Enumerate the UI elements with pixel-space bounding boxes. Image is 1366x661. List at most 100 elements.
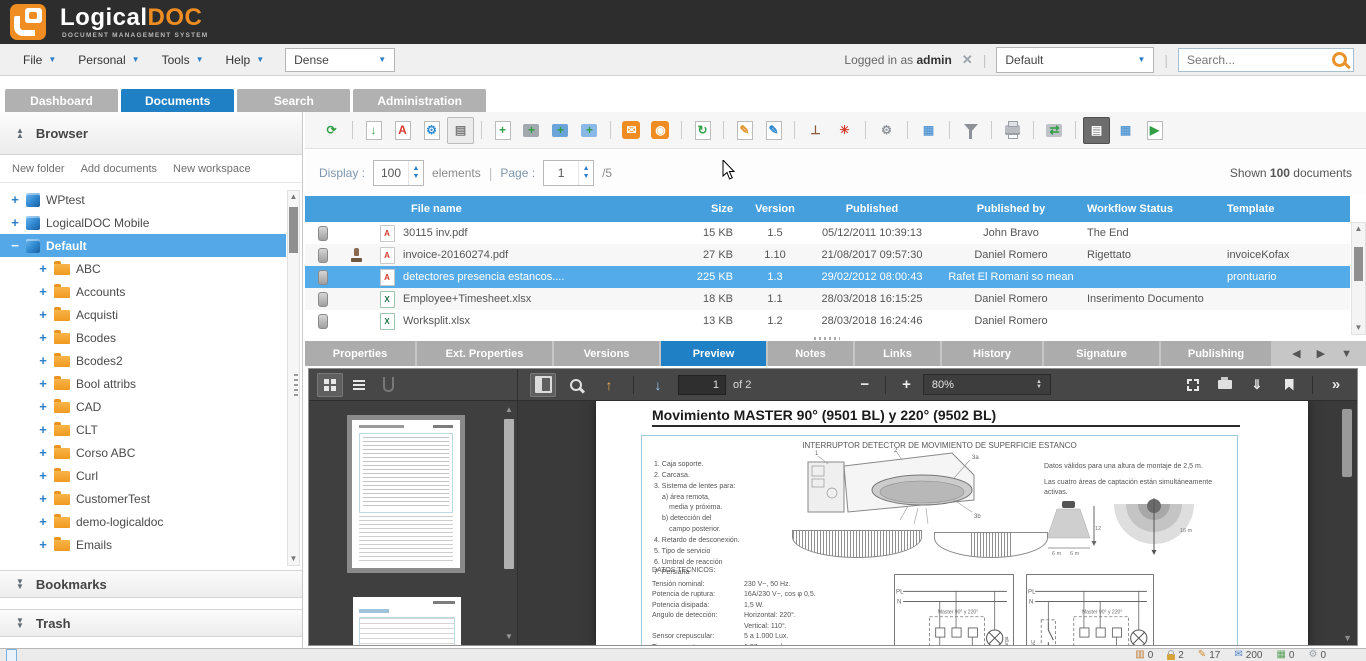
capture-email-icon[interactable]: ✉: [618, 117, 645, 144]
logout-icon[interactable]: ✕: [962, 52, 973, 68]
menu-personal[interactable]: Personal▼: [67, 53, 150, 67]
list-view-icon[interactable]: ▤: [1083, 117, 1110, 144]
detail-tab-links[interactable]: Links: [855, 341, 940, 366]
page-thumbnail-2[interactable]: [353, 597, 461, 645]
preview-viewport[interactable]: Movimiento MASTER 90° (9501 BL) y 220° (…: [518, 401, 1357, 645]
tree-node-accounts[interactable]: +Accounts: [0, 280, 286, 303]
column-header-file-name[interactable]: File name: [403, 203, 669, 215]
scroll-thumb[interactable]: [1354, 247, 1363, 281]
tab-documents[interactable]: Documents: [121, 89, 234, 112]
column-header-published[interactable]: Published: [803, 203, 941, 215]
detail-tab-signature[interactable]: Signature: [1044, 341, 1159, 366]
menu-help[interactable]: Help▼: [215, 53, 276, 67]
detail-tab-notes[interactable]: Notes: [768, 341, 853, 366]
spinner[interactable]: ▲▼: [578, 161, 593, 185]
print-icon[interactable]: [999, 117, 1026, 144]
column-header-workflow-status[interactable]: Workflow Status: [1081, 203, 1221, 215]
tab-dashboard[interactable]: Dashboard: [5, 89, 118, 112]
gallery-view-icon[interactable]: ▶: [1141, 117, 1168, 144]
scroll-down-icon[interactable]: ▼: [1352, 323, 1365, 333]
counter-clipboard[interactable]: ▥0: [1135, 650, 1153, 661]
add-subscription-icon[interactable]: +: [547, 117, 574, 144]
download-document-button[interactable]: ⇓: [1244, 373, 1270, 397]
print-document-button[interactable]: [1212, 373, 1238, 397]
preview-scroll-thumb[interactable]: [1342, 409, 1352, 477]
page-number-input[interactable]: 1 ▲▼: [543, 160, 594, 186]
sidebar-resize-grip[interactable]: [294, 374, 298, 396]
add-document-icon[interactable]: +: [489, 117, 516, 144]
previous-page-button[interactable]: ↑: [596, 373, 622, 397]
table-row[interactable]: A30115 inv.pdf15 KB1.505/12/2011 10:39:1…: [305, 222, 1350, 244]
tree-node-clt[interactable]: +CLT: [0, 418, 286, 441]
outline-view-button[interactable]: [346, 373, 372, 397]
detail-tab-properties[interactable]: Properties: [305, 341, 415, 366]
column-header-size[interactable]: Size: [669, 203, 747, 215]
scroll-thumb[interactable]: [289, 207, 298, 253]
menu-tools[interactable]: Tools▼: [151, 53, 215, 67]
detail-tab-publishing[interactable]: Publishing: [1161, 341, 1271, 366]
column-header-version[interactable]: Version: [747, 203, 803, 215]
expand-toggle[interactable]: +: [38, 468, 48, 483]
table-scrollbar[interactable]: ▲ ▼: [1351, 222, 1366, 335]
toggle-sidebar-button[interactable]: [530, 373, 556, 397]
filter-icon[interactable]: [957, 117, 984, 144]
table-row[interactable]: Adetectores presencia estancos....225 KB…: [305, 266, 1350, 288]
search-document-button[interactable]: [563, 373, 589, 397]
expand-toggle[interactable]: +: [38, 399, 48, 414]
detail-tab-versions[interactable]: Versions: [554, 341, 659, 366]
tab-scroll-left-icon[interactable]: ◀: [1292, 347, 1300, 360]
display-count-input[interactable]: 100 ▲▼: [373, 160, 424, 186]
download-icon[interactable]: ↓: [360, 117, 387, 144]
bookmark-button[interactable]: [1276, 373, 1302, 397]
convert-icon[interactable]: ⚙: [418, 117, 445, 144]
density-select[interactable]: Dense ▼: [285, 48, 395, 72]
expand-toggle[interactable]: +: [38, 284, 48, 299]
action-new-folder[interactable]: New folder: [12, 163, 65, 175]
expand-toggle[interactable]: +: [38, 537, 48, 552]
tab-scroll-right-icon[interactable]: ▶: [1317, 347, 1325, 360]
scroll-up-icon[interactable]: ▲: [288, 192, 299, 202]
tree-node-bcodes[interactable]: +Bcodes: [0, 326, 286, 349]
trash-section-header[interactable]: ▼▼ Trash: [0, 609, 302, 637]
add-calendar-event-icon[interactable]: ▦: [915, 117, 942, 144]
search-input[interactable]: [1185, 52, 1326, 68]
column-header-published-by[interactable]: Published by: [941, 203, 1081, 215]
stamp-icon[interactable]: ⊥: [802, 117, 829, 144]
action-add-documents[interactable]: Add documents: [81, 163, 157, 175]
tree-node-cad[interactable]: +CAD: [0, 395, 286, 418]
table-row[interactable]: XWorksplit.xlsx13 KB1.228/03/2018 16:24:…: [305, 310, 1350, 332]
expand-toggle[interactable]: +: [10, 215, 20, 230]
scroll-up-icon[interactable]: ▲: [1352, 224, 1365, 234]
bookmarks-section-header[interactable]: ▼▼ Bookmarks: [0, 570, 302, 598]
tab-list-icon[interactable]: ▼: [1341, 348, 1352, 360]
compare-icon[interactable]: ▤: [447, 117, 474, 144]
counter-locked[interactable]: 2: [1167, 650, 1184, 661]
tree-node-customertest[interactable]: +CustomerTest: [0, 487, 286, 510]
expand-toggle[interactable]: +: [10, 192, 20, 207]
counter-messages[interactable]: ✉200: [1234, 650, 1262, 661]
expand-toggle[interactable]: +: [38, 353, 48, 368]
expand-toggle[interactable]: +: [38, 514, 48, 529]
tree-node-wptest[interactable]: +WPtest: [0, 188, 286, 211]
spinner[interactable]: ▲▼: [408, 161, 423, 185]
zoom-out-button[interactable]: −: [855, 376, 874, 393]
tree-node-default[interactable]: −Default: [0, 234, 286, 257]
page-number-field[interactable]: 1: [678, 375, 726, 395]
scroll-down-icon[interactable]: ▼: [288, 554, 299, 564]
scroll-up-icon[interactable]: ▲: [503, 405, 515, 414]
tree-node-curl[interactable]: +Curl: [0, 464, 286, 487]
refresh-icon[interactable]: ⟳: [318, 117, 345, 144]
scroll-down-icon[interactable]: ▼: [503, 632, 515, 641]
scroll-thumb[interactable]: [504, 419, 514, 569]
expand-toggle[interactable]: +: [38, 307, 48, 322]
counter-checked-out[interactable]: ✎17: [1198, 650, 1221, 661]
scroll-down-icon[interactable]: ▼: [1343, 633, 1352, 643]
detail-tab-history[interactable]: History: [942, 341, 1042, 366]
thumbnail-scrollbar[interactable]: ▲ ▼: [503, 405, 515, 641]
zoom-in-button[interactable]: +: [897, 376, 916, 393]
table-row[interactable]: XEmployee+Timesheet.xlsx18 KB1.128/03/20…: [305, 288, 1350, 310]
search-icon[interactable]: [1332, 52, 1347, 67]
counter-workflows[interactable]: ⚙0: [1308, 650, 1326, 661]
fullscreen-button[interactable]: [1180, 373, 1206, 397]
expand-toggle[interactable]: +: [38, 330, 48, 345]
